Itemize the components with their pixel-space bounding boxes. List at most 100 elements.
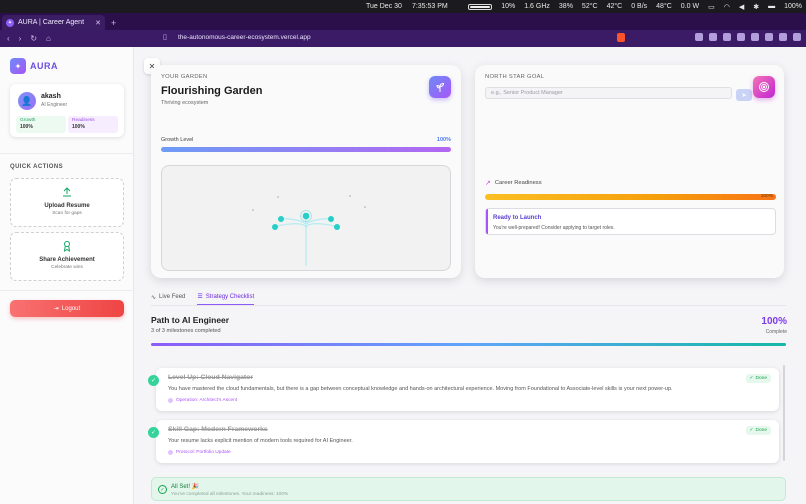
milestone-title: Level Up: Cloud Navigator (168, 374, 253, 381)
target-icon (753, 76, 775, 98)
logout-label: Logout (61, 305, 81, 312)
sparkle-logo-icon: ✦ (10, 58, 26, 74)
milestone-card[interactable]: ✓ Level Up: Cloud Navigator You have mas… (148, 368, 779, 411)
readiness-value: 100% (72, 124, 85, 130)
power-stat: 0.0 W (680, 3, 700, 10)
milestone-operation[interactable]: Protocol: Portfolio Update (168, 450, 231, 455)
path-subtitle: 3 of 3 milestones completed (151, 328, 221, 334)
growth-level-bar (161, 147, 451, 152)
upload-resume-button[interactable]: Upload Resume Scan for gaps (10, 178, 124, 227)
milestone-operation-label: Operation: Architect's Ascent (176, 398, 238, 403)
new-tab-icon[interactable]: + (111, 18, 116, 28)
logout-icon: ⇥ (53, 306, 59, 312)
milestone-card[interactable]: ✓ Skill Gap: Modern Frameworks Your resu… (148, 420, 779, 463)
extension-icon-5[interactable] (751, 33, 759, 41)
activity-icon: ∿ (151, 294, 157, 301)
done-badge-label: Done (755, 376, 767, 381)
content-tabs: ∿ Live Feed ☰ Strategy Checklist (151, 293, 255, 305)
check-circle-icon: ✓ (158, 485, 167, 494)
share-achievement-sub: Celebrate wins (51, 265, 83, 270)
cpu-stat: 10% (501, 3, 516, 10)
upload-resume-sub: Scan for gaps (52, 211, 82, 216)
upload-icon (11, 186, 123, 200)
freq-stat: 1.6 GHz (524, 3, 550, 10)
checklist-scrollbar[interactable] (783, 365, 785, 461)
menu-icon[interactable] (793, 33, 801, 41)
profile-role: AI Engineer (41, 102, 68, 108)
bookmark-icon[interactable]: ▯ (163, 33, 167, 41)
badge-check-icon: ✓ (749, 428, 754, 433)
ready-to-launch-box: Ready to Launch You're well-prepared! Co… (485, 208, 776, 235)
volume-icon[interactable]: ◀ (739, 3, 744, 11)
operation-icon (168, 398, 173, 403)
garden-visualization (161, 165, 451, 271)
tab-strategy-checklist[interactable]: ☰ Strategy Checklist (197, 293, 255, 305)
tab-live-feed-label: Live Feed (159, 294, 186, 300)
sidebar-divider (0, 153, 134, 154)
share-achievement-button[interactable]: Share Achievement Celebrate wins (10, 232, 124, 281)
path-progress-bar (151, 343, 786, 346)
battery-icon[interactable]: ▬ (768, 3, 775, 10)
reload-icon[interactable]: ↻ (30, 34, 37, 43)
menubar-date: Tue Dec 30 (366, 3, 402, 10)
launch-text: You're well-prepared! Consider applying … (493, 225, 615, 231)
mem-stat: 38% (558, 3, 573, 10)
trending-up-icon: ↗ (485, 180, 491, 187)
browser-tabstrip: ✦ AURA | Career Agent ✕ + (0, 13, 806, 30)
badge-check-icon: ✓ (749, 376, 754, 381)
url-field[interactable]: the-autonomous-career-ecosystem.vercel.a… (178, 34, 311, 41)
award-icon (11, 240, 123, 254)
readiness-stat: Readiness 100% (68, 116, 118, 133)
career-readiness-label: ↗ Career Readiness (485, 179, 542, 187)
milestone-body: Your resume lacks explicit mention of mo… (168, 438, 353, 444)
goal-submit-button[interactable]: ➤ (736, 89, 752, 101)
battery-percent: 100% (784, 3, 802, 10)
extension-icon-4[interactable] (737, 33, 745, 41)
career-readiness-bar (485, 194, 776, 200)
app-logo[interactable]: ✦ AURA (10, 58, 58, 74)
forward-icon[interactable]: › (19, 34, 22, 43)
readiness-label: Readiness (72, 118, 95, 123)
logout-button[interactable]: ⇥ Logout (10, 300, 124, 317)
done-badge: ✓ Done (745, 426, 771, 435)
growth-level-label: Growth Level (161, 137, 194, 143)
home-icon[interactable]: ⌂ (46, 34, 51, 43)
path-title: Path to AI Engineer (151, 315, 230, 325)
milestone-body: You have mastered the cloud fundamentals… (168, 386, 673, 392)
extension-icon-3[interactable] (723, 33, 731, 41)
profile-card: 👤 akash AI Engineer Growth 100% Readines… (10, 84, 124, 137)
check-icon: ✓ (148, 427, 159, 438)
all-set-banner: ✓ All Set! 🎉 You've completed all milest… (151, 477, 786, 501)
done-badge-label: Done (755, 428, 767, 433)
logo-text: AURA (30, 61, 58, 71)
milestone-operation[interactable]: Operation: Architect's Ascent (168, 398, 237, 403)
browser-tab[interactable]: ✦ AURA | Career Agent ✕ (2, 15, 105, 30)
menubar-time: 7:35:53 PM (411, 3, 448, 10)
extension-icon-1[interactable] (695, 33, 703, 41)
bluetooth-icon[interactable]: ✱ (753, 3, 759, 11)
avatar: 👤 (18, 92, 36, 110)
tab-live-feed[interactable]: ∿ Live Feed (151, 293, 185, 305)
clipboard-icon[interactable]: ▭ (708, 3, 715, 11)
close-tab-icon[interactable]: ✕ (95, 19, 101, 27)
milestone-title: Skill Gap: Modern Frameworks (168, 426, 268, 433)
send-icon: ➤ (741, 92, 747, 99)
growth-stat: Growth 100% (16, 116, 66, 133)
goal-input[interactable] (485, 87, 732, 99)
garden-subtitle: Thriving ecosystem (161, 100, 209, 106)
extension-icon-2[interactable] (709, 33, 717, 41)
back-icon[interactable]: ‹ (7, 34, 10, 43)
all-set-subtitle: You've completed all milestones. Your re… (171, 492, 289, 497)
garden-plant-graphic (252, 195, 366, 266)
temp-stat-3: 48°C (656, 3, 672, 10)
wallet-icon[interactable] (779, 33, 787, 41)
brave-shield-icon[interactable] (617, 33, 625, 42)
wifi-icon[interactable]: ◠ (724, 3, 730, 11)
path-percent-label: Complete (765, 329, 787, 335)
north-star-card: NORTH STAR GOAL ➤ ↗ Career Readiness 100… (475, 65, 784, 278)
battery-meter (468, 3, 493, 10)
sidebar-divider-2 (0, 290, 134, 291)
aura-favicon-icon: ✦ (6, 18, 14, 27)
system-menubar: Tue Dec 30 7:35:53 PM 10% 1.6 GHz 38% 52… (0, 0, 806, 13)
sidebar-toggle-icon[interactable] (765, 33, 773, 41)
